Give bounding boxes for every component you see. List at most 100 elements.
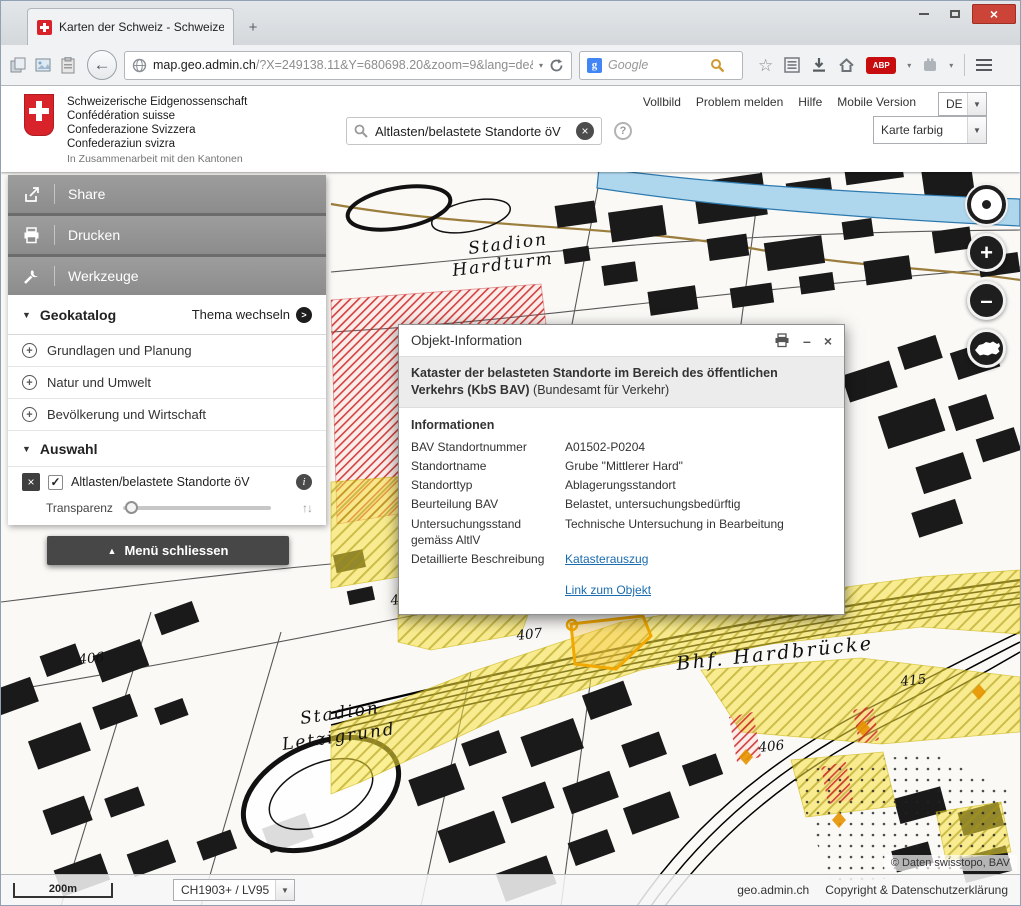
home-icon[interactable] [838,57,855,73]
slider-handle[interactable] [125,501,138,514]
selection-label: Auswahl [40,441,98,457]
search-icon[interactable] [710,58,725,73]
copyright-link[interactable]: Copyright & Datenschutzerklärung [825,883,1008,897]
zoom-out-button[interactable]: – [967,281,1006,320]
map-search-box[interactable]: × [346,117,602,145]
downloads-icon[interactable] [811,57,827,73]
share-menu-item[interactable]: Share [8,175,326,213]
expand-plus-icon[interactable]: + [22,375,37,390]
menu-icon[interactable] [976,59,992,71]
swiss-coat-of-arms [24,94,54,136]
category-natur[interactable]: + Natur und Umwelt [8,367,326,399]
bookmark-star-icon[interactable]: ☆ [758,57,773,74]
share-icon [8,185,54,204]
expand-plus-icon[interactable]: + [22,407,37,422]
triangle-up-icon: ▲ [108,546,117,556]
print-icon[interactable] [774,333,790,348]
layer-info-icon[interactable]: i [296,474,312,490]
search-bar[interactable]: g [579,51,743,80]
google-favicon: g [587,58,602,73]
svg-text:406: 406 [77,649,106,668]
site-link[interactable]: geo.admin.ch [737,883,809,897]
link-mobile-version[interactable]: Mobile Version [837,95,916,109]
attr-label: BAV Standortnummer [411,439,557,455]
help-icon[interactable]: ? [614,122,632,140]
attr-label: Detaillierte Beschreibung [411,551,557,567]
browser-window: Karten der Schweiz - Schweize... + × ← m… [0,0,1021,906]
reload-icon[interactable] [549,58,564,73]
browser-tab[interactable]: Karten der Schweiz - Schweize... [27,8,234,45]
scale-bar: 200m [13,883,113,898]
zoom-in-button[interactable]: + [967,233,1006,272]
back-button[interactable]: ← [87,50,117,80]
layer-reorder-icons[interactable]: ↑↓ [302,501,312,515]
layer-row: × ✓ Altlasten/belastete Standorte öV i [8,467,326,497]
tab-title: Karten der Schweiz - Schweize... [59,20,224,34]
kataster-link[interactable]: Katasterauszug [565,552,648,566]
minimize-button[interactable] [910,4,938,24]
globe-icon [132,58,147,73]
site-header: Schweizerische Eidgenossenschaft Confédé… [1,86,1020,172]
transparency-slider [123,506,271,510]
triangle-down-icon: ▼ [22,310,31,320]
web-search-input[interactable] [608,58,704,72]
addon-screenshot-icon[interactable] [9,57,26,74]
link-hilfe[interactable]: Hilfe [798,95,822,109]
attr-value: Katasterauszug [565,551,832,567]
addon-clipboard-icon[interactable] [61,57,76,74]
map-style-select[interactable]: Karte farbig ▼ [873,116,987,144]
geokatalog-label: Geokatalog [40,307,116,323]
adblock-dropdown-icon[interactable]: ▾ [907,61,911,70]
tools-menu-item[interactable]: Werkzeuge [8,257,326,295]
theme-switch-link[interactable]: Thema wechseln > [192,307,312,323]
search-icon [354,124,368,138]
close-button[interactable]: × [972,4,1016,24]
navigation-toolbar: ← map.geo.admin.ch/?X=249138.11&Y=680698… [1,45,1020,86]
popup-header[interactable]: Objekt-Information – × [399,325,844,356]
geokatalog-header[interactable]: ▼ Geokatalog Thema wechseln > [8,295,326,335]
url-bar[interactable]: map.geo.admin.ch/?X=249138.11&Y=680698.2… [124,51,572,80]
transparency-label: Transparenz [46,501,113,515]
maximize-button[interactable] [941,4,969,24]
bottom-bar: 200m CH1903+ / LV95 ▼ geo.admin.ch Copyr… [1,874,1020,905]
attributes-table: BAV Standortnummer A01502-P0204 Standort… [411,439,832,599]
minimize-icon[interactable]: – [803,334,811,348]
addon-generic-icon[interactable] [922,57,938,73]
attr-label: Standorttyp [411,477,557,493]
chevron-right-icon: > [296,307,312,323]
bookmarks-panel-icon[interactable] [784,57,800,73]
language-select[interactable]: DE ▼ [938,92,987,116]
close-menu-button[interactable]: ▲ Menü schliessen [47,536,289,565]
adblock-icon[interactable]: ABP [866,57,896,74]
layer-checkbox[interactable]: ✓ [48,475,63,490]
projection-select[interactable]: CH1903+ / LV95 ▼ [173,879,295,901]
selection-header[interactable]: ▼ Auswahl [8,431,326,467]
addon-dropdown-icon[interactable]: ▾ [949,61,953,70]
switzerland-icon [974,340,1000,358]
confederation-name: Schweizerische Eidgenossenschaft Confédé… [67,95,247,151]
switzerland-extent-button[interactable] [967,329,1006,368]
svg-text:407: 407 [515,625,544,644]
popup-body: Informationen BAV Standortnummer A01502-… [399,408,844,615]
chevron-down-icon: ▼ [275,880,294,900]
object-link[interactable]: Link zum Objekt [565,583,651,597]
new-tab-button[interactable]: + [241,15,265,39]
chevron-down-icon: ▼ [967,93,986,115]
clear-search-icon[interactable]: × [576,122,594,140]
attr-label: Untersuchungsstand gemäss AltlV [411,516,557,548]
remove-layer-icon[interactable]: × [22,473,40,491]
close-icon[interactable]: × [824,334,832,348]
expand-plus-icon[interactable]: + [22,343,37,358]
print-menu-item[interactable]: Drucken [8,216,326,254]
triangle-down-icon: ▼ [22,444,31,454]
map-search-input[interactable] [375,124,569,139]
link-problem-melden[interactable]: Problem melden [696,95,783,109]
map-controls: + – [967,185,1006,368]
url-dropdown-icon[interactable]: ▾ [539,61,543,70]
category-bevoelkerung[interactable]: + Bevölkerung und Wirtschaft [8,399,326,431]
category-grundlagen[interactable]: + Grundlagen und Planung [8,335,326,367]
section-title: Informationen [411,418,832,432]
link-vollbild[interactable]: Vollbild [643,95,681,109]
addon-image-icon[interactable] [35,57,52,74]
geolocate-button[interactable] [967,185,1006,224]
